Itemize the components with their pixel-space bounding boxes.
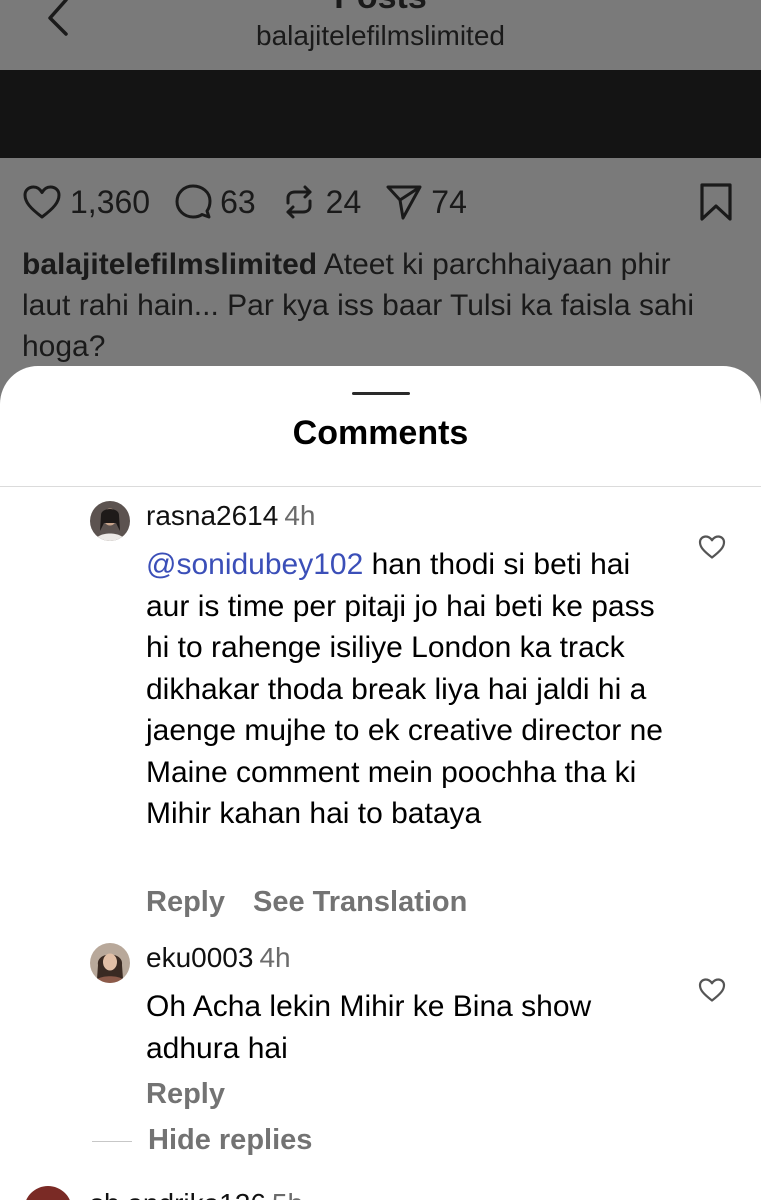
comment-username[interactable]: sh.andrika126	[90, 1188, 266, 1200]
share-action[interactable]: 74	[385, 183, 467, 221]
comment-username[interactable]: rasna2614	[146, 500, 278, 531]
like-count: 1,360	[70, 183, 151, 220]
divider	[0, 486, 761, 487]
comment-username[interactable]: eku0003	[146, 942, 253, 973]
repost-action[interactable]: 24	[280, 183, 362, 221]
avatar-photo	[90, 943, 130, 983]
comment-actions: Reply	[146, 1078, 225, 1111]
comment-text: @sonidubey102 han thodi si beti hai aur …	[146, 544, 666, 835]
page-title: Posts	[0, 0, 761, 17]
repost-count: 24	[325, 183, 362, 220]
bookmark-icon[interactable]	[698, 182, 734, 222]
comment-like-icon[interactable]	[698, 534, 726, 560]
post-actions: 1,360 63 24 74	[22, 178, 491, 226]
avatar-photo	[90, 501, 130, 541]
caption-username[interactable]: balajitelefilmslimited	[22, 248, 317, 281]
drag-handle[interactable]	[352, 392, 410, 395]
header-username[interactable]: balajitelefilmslimited	[0, 20, 761, 52]
comment-time: 5h	[272, 1188, 303, 1200]
comment-action[interactable]: 63	[174, 183, 256, 221]
heart-icon	[23, 185, 61, 219]
send-icon	[386, 185, 422, 220]
comment-header: rasna2614 4h	[146, 500, 316, 532]
comment-body: Oh Acha lekin Mihir ke Bina show adhura …	[146, 990, 592, 1065]
reply-button[interactable]: Reply	[146, 1078, 225, 1110]
comment-bubble-icon	[175, 184, 212, 219]
like-action[interactable]: 1,360	[22, 184, 150, 221]
post-header: Posts balajitelefilmslimited	[0, 0, 761, 70]
comment-time: 4h	[259, 942, 291, 973]
comment-header: eku0003 4h	[146, 942, 291, 974]
share-count: 74	[431, 183, 467, 220]
reply-button[interactable]: Reply	[146, 886, 225, 918]
post-caption: balajitelefilmslimited Ateet ki parchhai…	[22, 244, 722, 367]
comment-header: sh.andrika126 5h	[90, 1188, 303, 1200]
hide-replies-line	[92, 1141, 132, 1142]
see-translation-button[interactable]: See Translation	[253, 886, 467, 918]
comment-like-icon[interactable]	[698, 977, 726, 1003]
avatar[interactable]	[90, 943, 130, 983]
comment-count: 63	[220, 183, 256, 220]
comment-actions: Reply See Translation	[146, 886, 467, 919]
avatar[interactable]	[90, 501, 130, 541]
repost-icon	[286, 185, 312, 219]
sheet-title: Comments	[292, 414, 469, 452]
comment-time: 4h	[284, 500, 316, 531]
comment-body: han thodi si beti hai aur is time per pi…	[146, 548, 663, 830]
mention-link[interactable]: @sonidubey102	[146, 548, 363, 581]
hide-replies-button[interactable]: Hide replies	[148, 1124, 312, 1157]
post-media[interactable]	[0, 70, 761, 158]
